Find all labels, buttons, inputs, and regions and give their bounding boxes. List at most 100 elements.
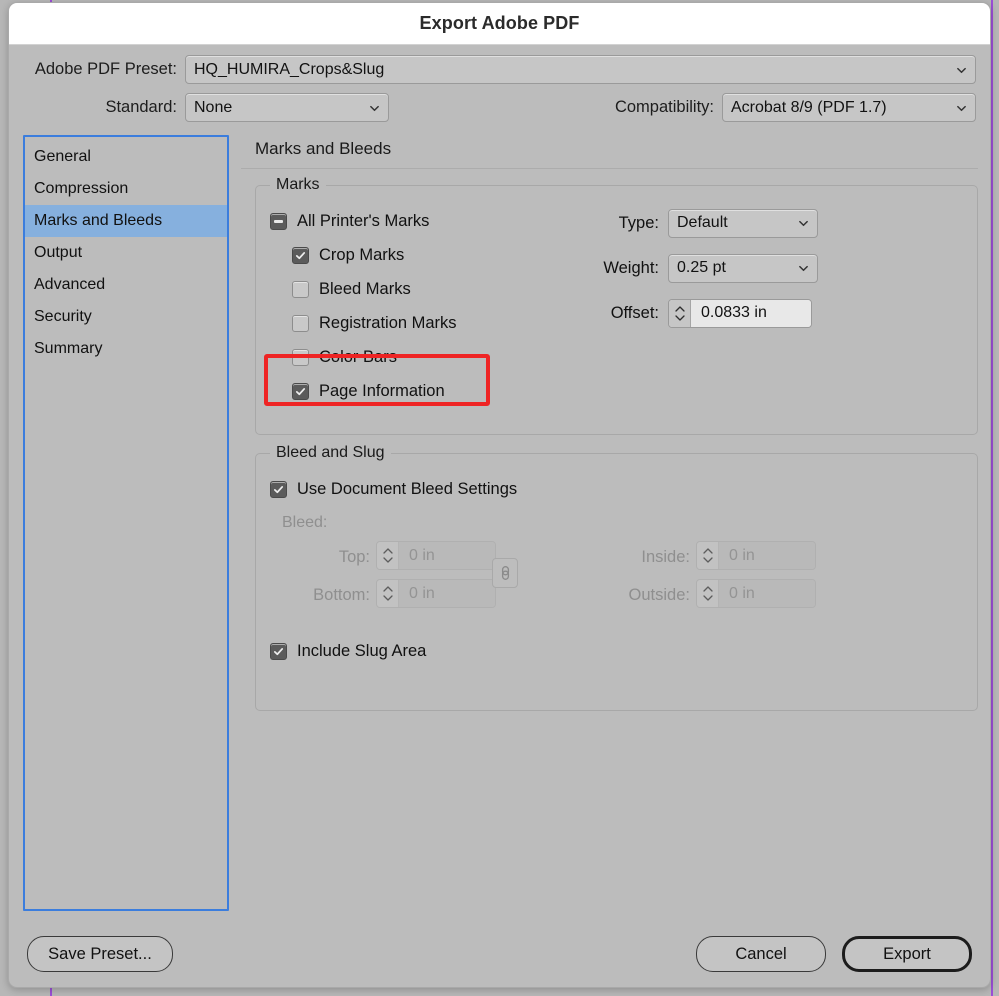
link-bleed-values-button <box>492 558 518 588</box>
checkbox-box[interactable] <box>292 348 309 366</box>
marks-options: Type: Default Weight: 0.25 pt Offset: 0.… <box>576 206 956 341</box>
chevron-down-icon[interactable] <box>674 314 685 321</box>
chevron-down-icon <box>702 595 713 601</box>
checkbox-label: Crop Marks <box>319 245 405 264</box>
bleed-bottom-field: 0 in <box>376 579 496 608</box>
bleed-outside-field: 0 in <box>696 579 816 608</box>
preset-row: Adobe PDF Preset: HQ_HUMIRA_Crops&Slug <box>23 55 976 84</box>
sidebar-item-marks-and-bleeds[interactable]: Marks and Bleeds <box>25 205 227 237</box>
checkbox-label: Color Bars <box>319 347 397 366</box>
sidebar-item-general[interactable]: General <box>25 141 227 173</box>
chevron-down-icon <box>957 67 966 73</box>
dialog-titlebar: Export Adobe PDF <box>9 3 990 45</box>
adobe-pdf-preset-value: HQ_HUMIRA_Crops&Slug <box>194 60 385 78</box>
chevron-up-icon[interactable] <box>674 305 685 312</box>
preset-section: Adobe PDF Preset: HQ_HUMIRA_Crops&Slug S… <box>9 45 990 135</box>
background-guide-right <box>991 0 993 996</box>
marks-and-bleeds-panel: Marks and Bleeds Marks All Printer's Mar… <box>241 135 978 729</box>
checkbox-box[interactable] <box>292 280 309 298</box>
sidebar-item-label: Advanced <box>34 276 106 293</box>
chevron-up-icon <box>382 586 393 592</box>
stepper-arrows <box>697 580 719 607</box>
checkbox-color-bars[interactable]: Color Bars <box>270 340 963 374</box>
compatibility-value: Acrobat 8/9 (PDF 1.7) <box>731 98 887 116</box>
standard-label: Standard: <box>105 98 177 116</box>
bleed-heading: Bleed: <box>282 514 328 531</box>
type-label: Type: <box>618 213 659 232</box>
marks-weight-select[interactable]: 0.25 pt <box>668 253 818 283</box>
chevron-down-icon <box>799 220 808 227</box>
panel-title: Marks and Bleeds <box>255 139 392 158</box>
marks-offset-input[interactable]: 0.0833 in <box>691 299 811 327</box>
check-icon <box>273 647 284 655</box>
adobe-pdf-preset-select[interactable]: HQ_HUMIRA_Crops&Slug <box>185 55 976 84</box>
save-preset-button[interactable]: Save Preset... <box>27 936 173 972</box>
bleed-top-stepper: 0 in <box>376 541 496 570</box>
sidebar-item-label: Security <box>34 308 92 325</box>
dialog-title: Export Adobe PDF <box>419 13 580 33</box>
sidebar-item-output[interactable]: Output <box>25 237 227 269</box>
checkbox-label: Use Document Bleed Settings <box>297 479 518 498</box>
compatibility-select[interactable]: Acrobat 8/9 (PDF 1.7) <box>722 93 976 122</box>
checkbox-page-information[interactable]: Page Information <box>270 374 963 408</box>
offset-label: Offset: <box>610 303 659 322</box>
checkbox-box[interactable] <box>292 314 309 332</box>
compatibility-label: Compatibility: <box>614 98 714 116</box>
category-list[interactable]: General Compression Marks and Bleeds Out… <box>23 135 229 911</box>
checkbox-box[interactable] <box>270 212 287 230</box>
sidebar-item-security[interactable]: Security <box>25 301 227 333</box>
sidebar-item-label: General <box>34 148 91 165</box>
marks-group-legend: Marks <box>270 176 326 194</box>
checkbox-label: Registration Marks <box>319 313 457 332</box>
sidebar-item-advanced[interactable]: Advanced <box>25 269 227 301</box>
marks-offset-stepper[interactable]: 0.0833 in <box>668 298 812 328</box>
standard-compat-row: Standard: None Compatibility: Acrobat 8/… <box>23 93 976 122</box>
screen: Export Adobe PDF Adobe PDF Preset: HQ_HU… <box>0 0 999 996</box>
check-icon <box>295 387 306 395</box>
marks-type-select[interactable]: Default <box>668 208 818 238</box>
stepper-arrows[interactable] <box>669 299 691 327</box>
bleed-top-field: 0 in <box>376 541 496 570</box>
checkbox-label: Page Information <box>319 381 445 400</box>
check-icon <box>295 251 306 259</box>
stepper-arrows <box>377 580 399 607</box>
checkbox-box[interactable] <box>270 480 287 498</box>
standard-value: None <box>194 98 233 116</box>
sidebar-item-summary[interactable]: Summary <box>25 333 227 365</box>
marks-type-value: Default <box>677 214 728 231</box>
dialog-footer: Save Preset... Cancel Export <box>9 921 990 987</box>
cancel-button[interactable]: Cancel <box>696 936 826 972</box>
checkbox-use-document-bleed-settings[interactable]: Use Document Bleed Settings <box>270 472 963 506</box>
checkbox-label: Bleed Marks <box>319 279 411 298</box>
export-button[interactable]: Export <box>842 936 972 972</box>
chevron-down-icon <box>957 105 966 111</box>
checkbox-box[interactable] <box>292 246 309 264</box>
chevron-down-icon <box>370 105 379 111</box>
checkbox-label: All Printer's Marks <box>297 211 430 230</box>
checkbox-label: Include Slug Area <box>297 641 427 660</box>
chevron-down-icon <box>799 265 808 272</box>
dash-icon <box>274 219 283 223</box>
bleed-top-label: Top: <box>338 548 370 566</box>
bleed-fields-grid: Top: 0 in Bottom: 0 in Inside: 0 in Outs… <box>270 536 963 634</box>
weight-row: Weight: 0.25 pt <box>576 251 956 285</box>
bleed-inside-label: Inside: <box>641 548 690 566</box>
bleed-and-slug-group: Bleed and Slug Use Document Bleed Settin… <box>255 444 978 711</box>
bleed-bottom-stepper: 0 in <box>376 579 496 608</box>
bleed-inside-field: 0 in <box>696 541 816 570</box>
checkbox-box[interactable] <box>270 642 287 660</box>
chain-link-icon <box>501 566 509 580</box>
chevron-down-icon <box>382 557 393 563</box>
stepper-arrows <box>697 542 719 569</box>
sidebar-item-compression[interactable]: Compression <box>25 173 227 205</box>
checkbox-include-slug-area[interactable]: Include Slug Area <box>270 634 963 668</box>
standard-select[interactable]: None <box>185 93 389 122</box>
sidebar-item-label: Summary <box>34 340 103 357</box>
sidebar-item-label: Marks and Bleeds <box>34 212 163 229</box>
export-adobe-pdf-dialog: Export Adobe PDF Adobe PDF Preset: HQ_HU… <box>8 2 991 988</box>
checkbox-box[interactable] <box>292 382 309 400</box>
sidebar-item-label: Compression <box>34 180 129 197</box>
chevron-up-icon <box>702 548 713 554</box>
panel-divider <box>241 168 978 169</box>
marks-weight-value: 0.25 pt <box>677 259 726 276</box>
